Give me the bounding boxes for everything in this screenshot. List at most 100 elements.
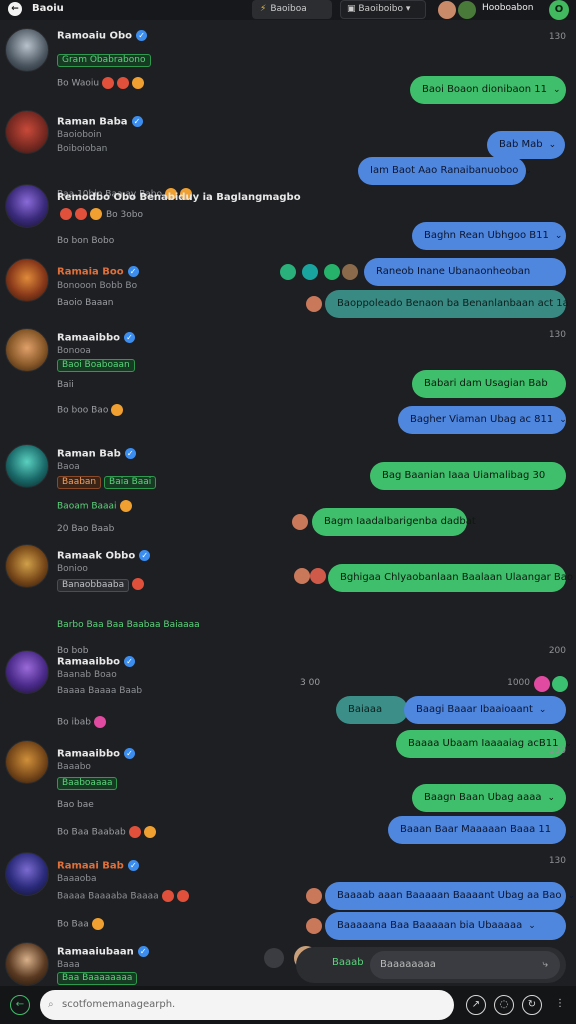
- user-name[interactable]: Ramaai Bab ✓: [57, 860, 139, 872]
- message-bubble[interactable]: Bagm Iaadalbarigenba dadbat: [312, 508, 476, 536]
- message-bubble[interactable]: Baaan Baar Maaaaan Baaa 11: [388, 816, 566, 844]
- avatar[interactable]: [534, 676, 550, 692]
- avatar[interactable]: [302, 264, 318, 280]
- avatar[interactable]: [324, 264, 340, 280]
- avatar[interactable]: [342, 264, 358, 280]
- status-tag: Baaban: [57, 476, 102, 489]
- timestamp: 130: [548, 746, 566, 756]
- verified-icon: ✓: [131, 116, 143, 127]
- verified-icon: ✓: [123, 656, 135, 667]
- meta-text: Baii: [57, 380, 74, 390]
- user-name[interactable]: Ramaak Obbo ✓: [57, 550, 151, 562]
- message-bubble[interactable]: Baiaaa: [336, 696, 408, 724]
- message-bubble[interactable]: Baagn Baan Ubag aaaa ⌄: [412, 784, 566, 812]
- subtitle: Baaa: [57, 960, 80, 970]
- subtitle: Bonooa: [57, 346, 91, 356]
- status-tag: Banaobbaaba: [57, 578, 130, 592]
- back-icon[interactable]: ←: [10, 995, 30, 1015]
- search-icon: ⌕: [48, 999, 54, 1010]
- timestamp: 1000: [507, 678, 530, 688]
- meta-text: Baoam Baaai: [57, 501, 117, 512]
- chat-icon[interactable]: ◌: [494, 995, 514, 1015]
- avatar[interactable]: [5, 942, 49, 986]
- meta-text: Bo bob: [57, 646, 89, 656]
- chevron-down-icon: ⌄: [559, 415, 567, 425]
- message-bubble[interactable]: Raneob Inane Ubanaonheoban: [364, 258, 566, 286]
- avatar[interactable]: [292, 514, 308, 530]
- status-tag: Baoi Boaboaan: [57, 359, 135, 372]
- meta-text: Baoio Baaan: [57, 298, 114, 308]
- subtitle: Boiboioban: [57, 144, 108, 154]
- more-icon[interactable]: ⋮: [550, 995, 570, 1015]
- verified-icon: ✓: [127, 860, 139, 871]
- message-bubble[interactable]: Baaaa Ubaam Iaaaaiag acB11 ⌄: [396, 730, 572, 758]
- history-icon[interactable]: ↻: [522, 995, 542, 1015]
- message-bubble[interactable]: Bagher Viaman Ubag ac 811 ⌄: [398, 406, 567, 434]
- timestamp: 130: [548, 32, 566, 42]
- top-bar: ← Baoiu ⚡ Baoiboa ▣ Baoiboibo ▾ Hooboabon…: [0, 0, 576, 20]
- avatar[interactable]: [310, 568, 326, 584]
- user-name[interactable]: Raman Baba ✓: [57, 116, 143, 128]
- meta-text: Bo Baa: [57, 919, 89, 930]
- message-input[interactable]: ⌕ scotfomemanagearph.: [40, 990, 454, 1020]
- subtitle: Baaaa Baaaa Baab: [57, 686, 143, 696]
- online-status-icon[interactable]: O: [549, 0, 569, 20]
- send-icon[interactable]: ⤷: [542, 951, 548, 979]
- message-bubble[interactable]: Bghigaa Chlyaobanlaan Baalaan Ulaangar B…: [328, 564, 573, 592]
- verified-icon: ✓: [137, 946, 149, 957]
- message-bubble[interactable]: Baagi Baaar Ibaaioaant ⌄: [404, 696, 566, 724]
- user-handle[interactable]: Hooboabon: [482, 3, 533, 13]
- message-bubble[interactable]: Baghn Rean Ubhgoo B11 ⌄: [412, 222, 566, 250]
- channel-pill[interactable]: ⚡ Baoiboa: [252, 0, 332, 19]
- user-name[interactable]: Ramaaibbo ✓: [57, 656, 135, 668]
- emoji-icon: [75, 208, 87, 220]
- emoji-icon: [161, 890, 174, 902]
- reply-bar[interactable]: Baaab Baaaaaaaa ⤷: [296, 947, 566, 983]
- avatar[interactable]: [306, 888, 322, 904]
- avatar[interactable]: [5, 328, 49, 372]
- avatar[interactable]: [294, 568, 310, 584]
- avatar[interactable]: [5, 444, 49, 488]
- user-name[interactable]: Remodbo Obo Benabiduy ia Baglangmagbo: [57, 192, 301, 203]
- message-bubble[interactable]: Bag Baanian Iaaa Uiamalibag 30: [370, 462, 566, 490]
- user-name[interactable]: Ramoaiu Obo ✓: [57, 30, 148, 42]
- avatar[interactable]: [280, 264, 296, 280]
- chevron-down-icon: ⌄: [567, 891, 576, 901]
- verified-icon: ✓: [136, 30, 148, 41]
- message-bubble[interactable]: Baoi Boaon dionibaon 11 ⌄: [410, 76, 566, 104]
- message-bubble[interactable]: Baaaab aaan Baaaaan Baaaant Ubag aa Bao ⌄: [325, 882, 575, 910]
- avatar[interactable]: [5, 650, 49, 694]
- message-bubble[interactable]: Baoppoleado Benaon ba Benanlanbaan act 1…: [325, 290, 576, 318]
- user-name[interactable]: Ramaaiubaan ✓: [57, 946, 149, 958]
- user-name[interactable]: Ramaaibbo ✓: [57, 748, 135, 760]
- message-bubble[interactable]: Bab Mab ⌄: [487, 131, 565, 159]
- avatar[interactable]: [5, 28, 49, 72]
- filter-pill[interactable]: ▣ Baoiboibo ▾: [340, 0, 426, 19]
- avatar[interactable]: [458, 1, 476, 19]
- avatar[interactable]: [5, 258, 49, 302]
- avatar[interactable]: [5, 110, 49, 154]
- settings-icon[interactable]: [264, 948, 284, 968]
- avatar[interactable]: [306, 296, 322, 312]
- avatar[interactable]: [5, 852, 49, 896]
- share-icon[interactable]: ↗: [466, 995, 486, 1015]
- message-bubble[interactable]: Baaaaana Baa Baaaaan bia Ubaaaaa ⌄: [325, 912, 566, 940]
- user-name[interactable]: Ramaia Boo ✓: [57, 266, 139, 278]
- message-bubble[interactable]: Babari dam Usagian Bab: [412, 370, 566, 398]
- lightning-icon: ⚡: [260, 4, 267, 14]
- back-icon[interactable]: ←: [8, 2, 22, 16]
- emoji-icon: [132, 77, 145, 89]
- avatar[interactable]: [438, 1, 456, 19]
- avatar[interactable]: [5, 740, 49, 784]
- avatar[interactable]: [5, 544, 49, 588]
- reply-field[interactable]: Baaaaaaaa ⤷: [370, 951, 560, 979]
- message-bubble[interactable]: Iam Baot Aao Ranaibanuoboo ⌄: [358, 157, 532, 185]
- avatar[interactable]: [306, 918, 322, 934]
- chevron-down-icon: ⌄: [548, 140, 557, 150]
- user-name[interactable]: Raman Bab ✓: [57, 448, 136, 460]
- avatar[interactable]: [5, 184, 49, 228]
- verified-icon: ✓: [139, 550, 151, 561]
- avatar[interactable]: [552, 676, 568, 692]
- user-name[interactable]: Ramaaibbo ✓: [57, 332, 135, 344]
- chevron-down-icon: ⌄: [553, 85, 561, 95]
